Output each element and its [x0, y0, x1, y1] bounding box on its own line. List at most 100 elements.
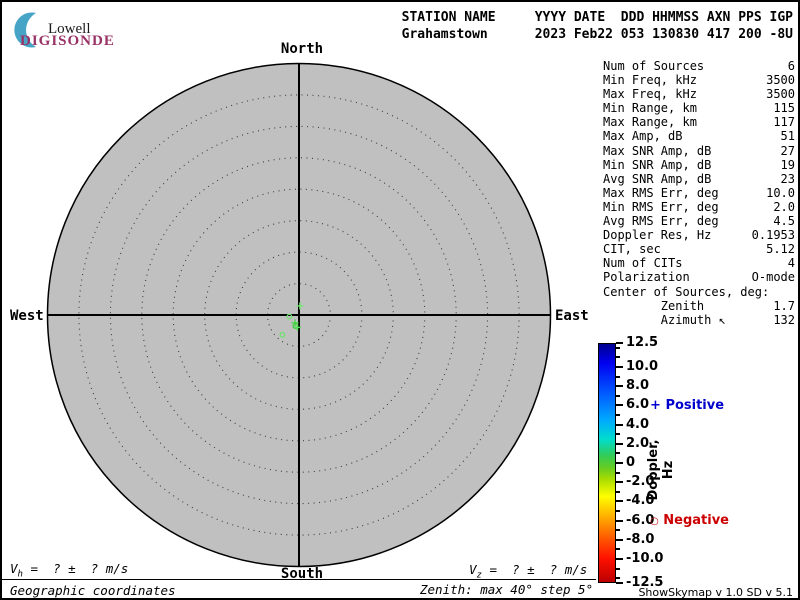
colorbar-minor-tick: [616, 471, 620, 474]
colorbar-major-tick: [616, 481, 623, 484]
stats-label: Min Freq, kHz: [603, 73, 697, 88]
stats-label: Max SNR Amp, dB: [603, 143, 712, 158]
stats-label: Max Range, km: [603, 115, 697, 130]
colorbar-minor-tick: [616, 510, 620, 512]
colorbar-major-tick: [616, 442, 623, 445]
stats-label: Azimuth ↖: [603, 312, 726, 327]
colorbar-minor-tick: [616, 356, 620, 359]
zenith-range-label: Zenith: max 40° step 5°: [420, 582, 594, 597]
colorbar-minor-tick: [616, 567, 620, 570]
stats-label: CIT, sec: [603, 242, 661, 257]
colorbar-minor-tick: [616, 394, 620, 397]
stats-label: Min Range, km: [603, 101, 697, 116]
stats-value: 10.0: [766, 185, 795, 200]
stats-row: Max Range, km 117: [603, 115, 795, 129]
coordinate-system-label: Geographic coordinates: [10, 583, 176, 598]
stats-row: Max Amp, dB 51: [603, 129, 795, 143]
doppler-colorbar: [598, 343, 616, 583]
colorbar-major-tick: [616, 519, 623, 522]
stats-row: Max SNR Amp, dB 27: [603, 144, 795, 158]
colorbar-tick-label: 6.0: [626, 397, 650, 414]
stats-value: 4: [787, 256, 795, 271]
label-west: West: [10, 308, 44, 324]
showskymap-window: Lowell DIGISONDE STATION NAME YYYY DATE …: [0, 0, 800, 600]
stats-label: Num of Sources: [603, 59, 705, 73]
stats-label: Avg SNR Amp, dB: [603, 171, 712, 186]
stats-value: O-mode: [751, 270, 795, 285]
colorbar-tick-label: -8.0: [626, 531, 655, 548]
colorbar-minor-tick: [616, 414, 620, 416]
colorbar-major-tick: [616, 538, 623, 541]
colorbar-tick-label: 0: [626, 455, 636, 471]
stats-value: 19: [780, 157, 795, 172]
stats-label: Doppler Res, Hz: [603, 228, 712, 243]
vertical-velocity-readout: Vz = ? ± ? m/s: [469, 562, 587, 581]
stats-value: 3500: [766, 73, 795, 88]
plus-marker-icon: +: [650, 398, 661, 413]
header-columns-line: STATION NAME YYYY DATE DDD HHMMSS AXN PP…: [401, 10, 793, 25]
stats-row: Min RMS Err, deg 2.0: [603, 200, 795, 214]
vh-value: = ? ± ? m/s: [22, 561, 129, 576]
legend-positive: + Positive: [650, 398, 724, 413]
footer-divider: [2, 579, 596, 580]
colorbar-major-tick: [616, 366, 623, 368]
header-values-line: Grahamstown 2023 Feb22 053 130830 417 20…: [401, 27, 793, 42]
vh-symbol: V: [10, 561, 18, 576]
stats-value: 2.0: [773, 199, 795, 214]
horizontal-velocity-readout: Vh = ? ± ? m/s: [10, 561, 128, 580]
measurement-stats-panel: Num of Sources 6 Min Freq, kHz 3500 Max Freq…: [603, 59, 795, 327]
stats-value: 6: [787, 59, 795, 73]
circle-marker-icon: ○: [650, 516, 659, 527]
colorbar-minor-tick: [616, 548, 620, 551]
stats-label: Min SNR Amp, dB: [603, 157, 712, 172]
logo-digisonde-text: DIGISONDE: [20, 33, 115, 49]
stats-row: Max Freq, kHz 3500: [603, 87, 795, 101]
stats-row: Azimuth ↖ 132: [603, 313, 795, 327]
stats-label: Min RMS Err, deg: [603, 199, 719, 214]
colorbar-major-tick: [616, 582, 623, 584]
stats-value: 3500: [766, 87, 795, 102]
stats-row: Max RMS Err, deg 10.0: [603, 186, 795, 200]
label-north: North: [280, 41, 324, 57]
colorbar-minor-tick: [616, 529, 620, 532]
colorbar-tick-label: 12.5: [626, 335, 659, 351]
legend-negative: ○ Negative: [650, 513, 729, 528]
stats-row: Num of CITs 4: [603, 256, 795, 270]
label-east: East: [555, 308, 589, 324]
legend-positive-label: Positive: [665, 398, 725, 413]
stats-value: 115: [773, 101, 795, 116]
stats-row: CIT, sec 5.12: [603, 242, 795, 256]
colorbar-minor-tick: [616, 577, 620, 580]
colorbar-major-tick: [616, 404, 623, 407]
stats-label: Zenith: [603, 298, 705, 313]
stats-row: Center of Sources, deg:: [603, 285, 795, 299]
colorbar-major-tick: [616, 385, 623, 388]
stats-row: Min Range, km 115: [603, 101, 795, 115]
colorbar-major-tick: [616, 558, 623, 560]
app-version-label: ShowSkymap v 1.0 SD v 5.1: [638, 586, 793, 599]
stats-row: Num of Sources 6: [603, 59, 795, 73]
stats-label: Max Amp, dB: [603, 129, 683, 144]
colorbar-minor-tick: [616, 452, 620, 455]
stats-value: 23: [780, 171, 795, 186]
stats-row: Avg RMS Err, deg 4.5: [603, 214, 795, 228]
stats-value: 0.1953: [751, 228, 795, 243]
stats-value: 132: [773, 312, 795, 327]
colorbar-minor-tick: [616, 346, 620, 349]
stats-label: Num of CITs: [603, 256, 683, 271]
stats-label: Polarization: [603, 270, 690, 285]
colorbar-major-tick: [616, 462, 623, 464]
colorbar-tick-label: -10.0: [626, 551, 664, 567]
stats-label: Avg RMS Err, deg: [603, 214, 719, 229]
colorbar-axis-label: Doppler, Hz: [646, 439, 676, 501]
colorbar-minor-tick: [616, 433, 620, 436]
stats-label: Max Freq, kHz: [603, 87, 697, 102]
legend-negative-label: Negative: [663, 513, 730, 528]
colorbar-minor-tick: [616, 375, 620, 378]
stats-label: Max RMS Err, deg: [603, 185, 719, 200]
stats-value: 1.7: [773, 298, 795, 313]
stats-row: Doppler Res, Hz 0.1953: [603, 228, 795, 242]
stats-label: Center of Sources, deg:: [603, 284, 770, 299]
stats-value: 5.12: [766, 242, 795, 257]
stats-row: Polarization O-mode: [603, 270, 795, 284]
